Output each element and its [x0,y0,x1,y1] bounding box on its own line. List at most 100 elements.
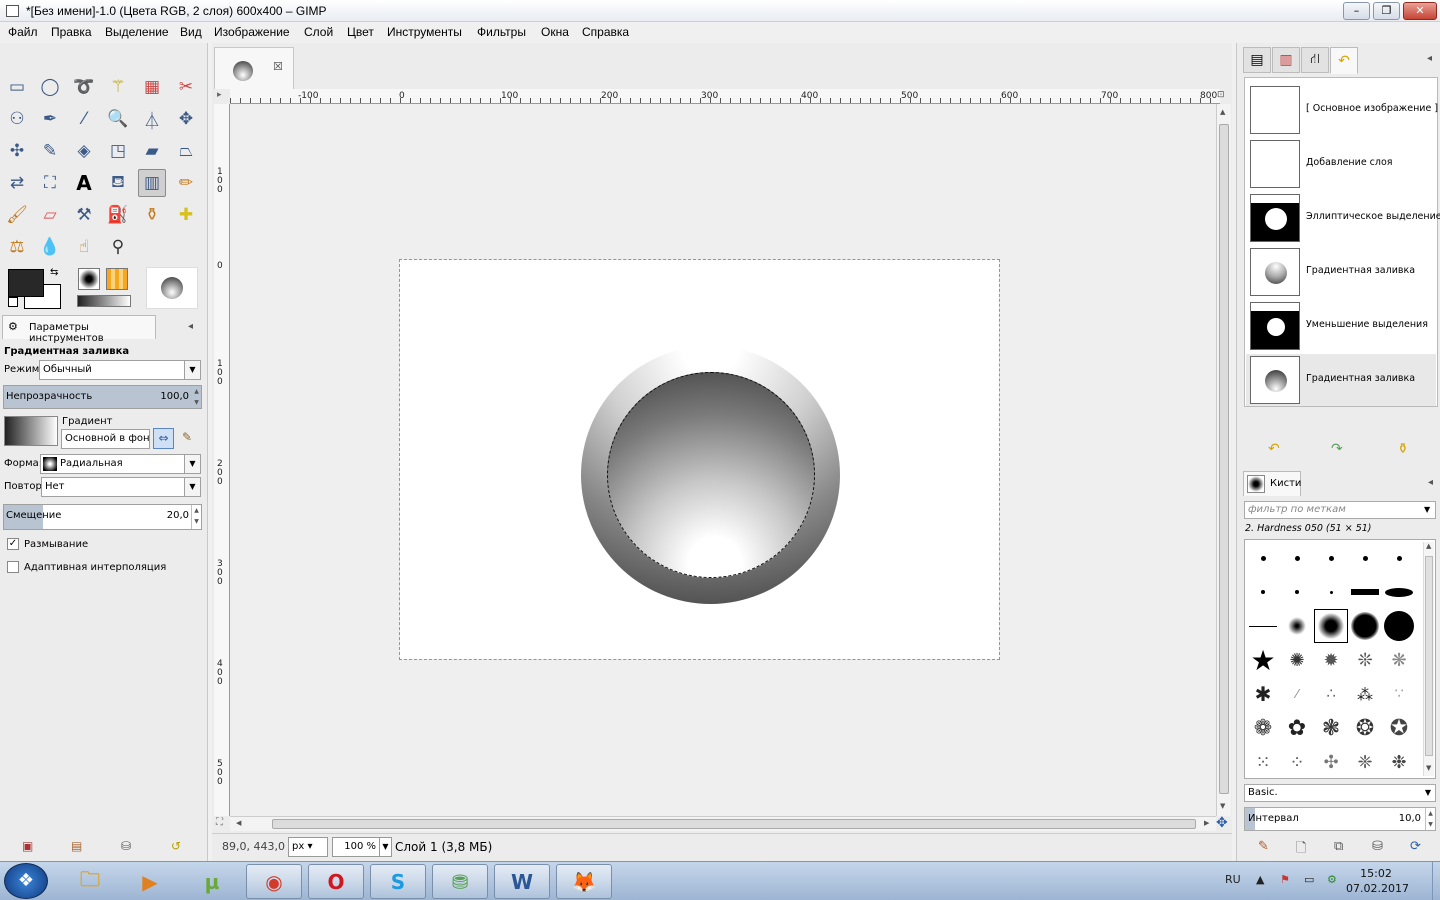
channels-tab-icon[interactable]: ▥ [1272,47,1300,73]
taskbar-media-player-icon[interactable]: ▶ [122,864,178,899]
texture-brush-icon[interactable]: ❊ [1348,643,1382,677]
dither-checkbox[interactable]: ✓ [7,538,19,550]
canvas-viewport[interactable] [230,104,1216,816]
brush-item[interactable] [1280,575,1314,609]
maximize-button[interactable]: ❐ [1373,2,1400,20]
texture-brush-icon[interactable]: ❃ [1314,711,1348,745]
texture-brush-icon[interactable]: ❁ [1246,711,1280,745]
shape-select[interactable]: Радиальная ▼ [40,454,201,474]
vertical-scroll-thumb[interactable] [1219,124,1229,794]
texture-brush-icon[interactable]: ⁙ [1246,745,1280,778]
brush-set-select[interactable]: Basic. ▼ [1244,784,1436,802]
shear-tool-icon[interactable]: ▰ [138,137,166,165]
refresh-brushes-icon[interactable]: ⟳ [1410,839,1421,854]
tray-flag-icon[interactable]: ⚑ [1280,873,1290,886]
toggle-quick-mask-icon[interactable]: ⛶ [216,817,223,828]
pencil-tool-icon[interactable]: ✏ [172,169,200,197]
taskbar-explorer-icon[interactable]: 🗀 [62,864,118,899]
offset-slider[interactable]: Смещение 20,0 ▲ ▼ [3,504,202,530]
color-picker-tool-icon[interactable]: ⁄ [70,105,98,133]
mode-select[interactable]: Обычный ▼ [39,360,201,380]
blur-tool-icon[interactable]: 💧 [36,233,64,261]
texture-brush-icon[interactable]: ✹ [1314,643,1348,677]
start-button[interactable]: ❖ [4,863,48,899]
perspective-tool-icon[interactable]: ⏢ [172,137,200,165]
measure-tool-icon[interactable]: ⏃ [138,105,166,133]
taskbar-word-icon[interactable]: W [494,864,550,899]
chevron-down-icon[interactable]: ▼ [1424,505,1430,514]
unit-select[interactable]: px ▾ [288,837,328,857]
new-brush-icon[interactable]: 🗋 [1296,839,1306,861]
foreground-select-tool-icon[interactable]: ⚇ [3,105,31,133]
brush-grid-scroll-thumb[interactable] [1425,556,1433,756]
blend-tool-icon[interactable]: ▥ [138,169,166,197]
scale-tool-icon[interactable]: ◳ [104,137,132,165]
active-gradient-preview[interactable] [77,295,131,307]
brush-item[interactable] [1314,575,1348,609]
brush-spacing-slider[interactable]: Интервал 10,0 ▲ ▼ [1244,807,1436,831]
active-image-preview[interactable] [146,267,198,309]
brushes-tab[interactable]: Кисти [1243,471,1301,496]
menu-filters[interactable]: Фильтры [477,25,526,39]
texture-brush-icon[interactable]: ✪ [1382,711,1416,745]
cage-transform-tool-icon[interactable]: ⛶ [36,169,64,197]
close-tab-icon[interactable]: ☒ [273,60,283,73]
menu-windows[interactable]: Окна [541,25,569,39]
panel-menu-icon[interactable]: ◂ [1427,53,1432,64]
scroll-down-icon[interactable]: ▼ [1426,764,1431,772]
gradient-name-field[interactable]: Основной в фонс [61,429,150,449]
brush-grid[interactable]: ★ ✺ ✹ ❊ ❋ ✱ ⁄ ∴ ⁂ ∵ ❁ ✿ ❃ ❂ ✪ ⁙ ⁘ ✣ ❈ ❉ … [1244,539,1436,779]
panel-menu-icon[interactable]: ◂ [1428,477,1433,488]
active-brush-preview[interactable] [78,268,100,290]
history-item[interactable]: Уменьшение выделения [1246,300,1436,352]
brush-item[interactable] [1382,609,1416,643]
menu-layer[interactable]: Слой [304,25,333,39]
free-select-tool-icon[interactable]: ➰ [70,73,98,101]
zoom-image-when-window-size-changes-icon[interactable]: ⊡ [1217,90,1225,100]
texture-brush-icon[interactable]: ❂ [1348,711,1382,745]
align-tool-icon[interactable]: ✣ [3,137,31,165]
eraser-tool-icon[interactable]: ▱ [36,201,64,229]
tray-network-icon[interactable]: ⚙ [1327,873,1337,886]
brush-item[interactable] [1314,541,1348,575]
edit-gradient-icon[interactable]: ✎ [182,430,192,444]
ellipse-select-tool-icon[interactable]: ◯ [36,73,64,101]
scroll-left-icon[interactable]: ◀ [236,819,241,827]
show-hidden-icons-icon[interactable]: ▲ [1256,873,1264,886]
interval-spin-icon[interactable]: ▲ ▼ [1425,808,1435,830]
heal-tool-icon[interactable]: ✚ [172,201,200,229]
texture-brush-icon[interactable]: ∵ [1382,677,1416,711]
fuzzy-select-tool-icon[interactable]: ⚚ [104,73,132,101]
texture-brush-icon[interactable]: ✣ [1314,745,1348,778]
history-item[interactable]: [ Основное изображение ] [1246,84,1438,136]
texture-brush-icon[interactable]: ❋ [1382,643,1416,677]
redo-icon[interactable]: ↷ [1331,441,1343,457]
texture-brush-icon[interactable]: ⁘ [1280,745,1314,778]
minimize-button[interactable]: – [1343,2,1370,20]
delete-brush-icon[interactable]: ⛁ [1372,839,1383,854]
brush-item[interactable] [1246,575,1280,609]
layers-tab-icon[interactable]: ▤ [1243,47,1271,73]
save-tool-preset-icon[interactable]: ▣ [22,839,33,853]
zoom-tool-icon[interactable]: 🔍 [104,105,132,133]
vertical-scrollbar[interactable]: ▲ ▼ [1216,104,1231,816]
paintbrush-tool-icon[interactable]: 🖌 [3,201,31,229]
active-pattern-preview[interactable] [106,268,128,290]
smudge-tool-icon[interactable]: ☝ [70,233,98,261]
history-item-selected[interactable]: Градиентная заливка [1246,354,1436,406]
edit-brush-icon[interactable]: ✎ [1258,839,1269,854]
brush-item[interactable] [1280,609,1314,643]
airbrush-tool-icon[interactable]: ⚒ [70,201,98,229]
menu-tools[interactable]: Инструменты [387,25,462,39]
history-item[interactable]: Градиентная заливка [1246,246,1436,298]
rotate-tool-icon[interactable]: ◈ [70,137,98,165]
crop-tool-icon[interactable]: ✎ [36,137,64,165]
system-clock[interactable]: 15:02 07.02.2017 [1346,866,1409,896]
reverse-gradient-icon[interactable]: ⇔ [153,428,174,449]
brush-item[interactable] [1246,609,1280,643]
brush-item[interactable] [1348,575,1382,609]
tray-display-icon[interactable]: ▭ [1304,873,1314,886]
brush-grid-scrollbar[interactable]: ▲ ▼ [1423,542,1434,776]
taskbar-utorrent-icon[interactable]: µ [184,864,240,899]
show-desktop-button[interactable] [1432,862,1440,900]
